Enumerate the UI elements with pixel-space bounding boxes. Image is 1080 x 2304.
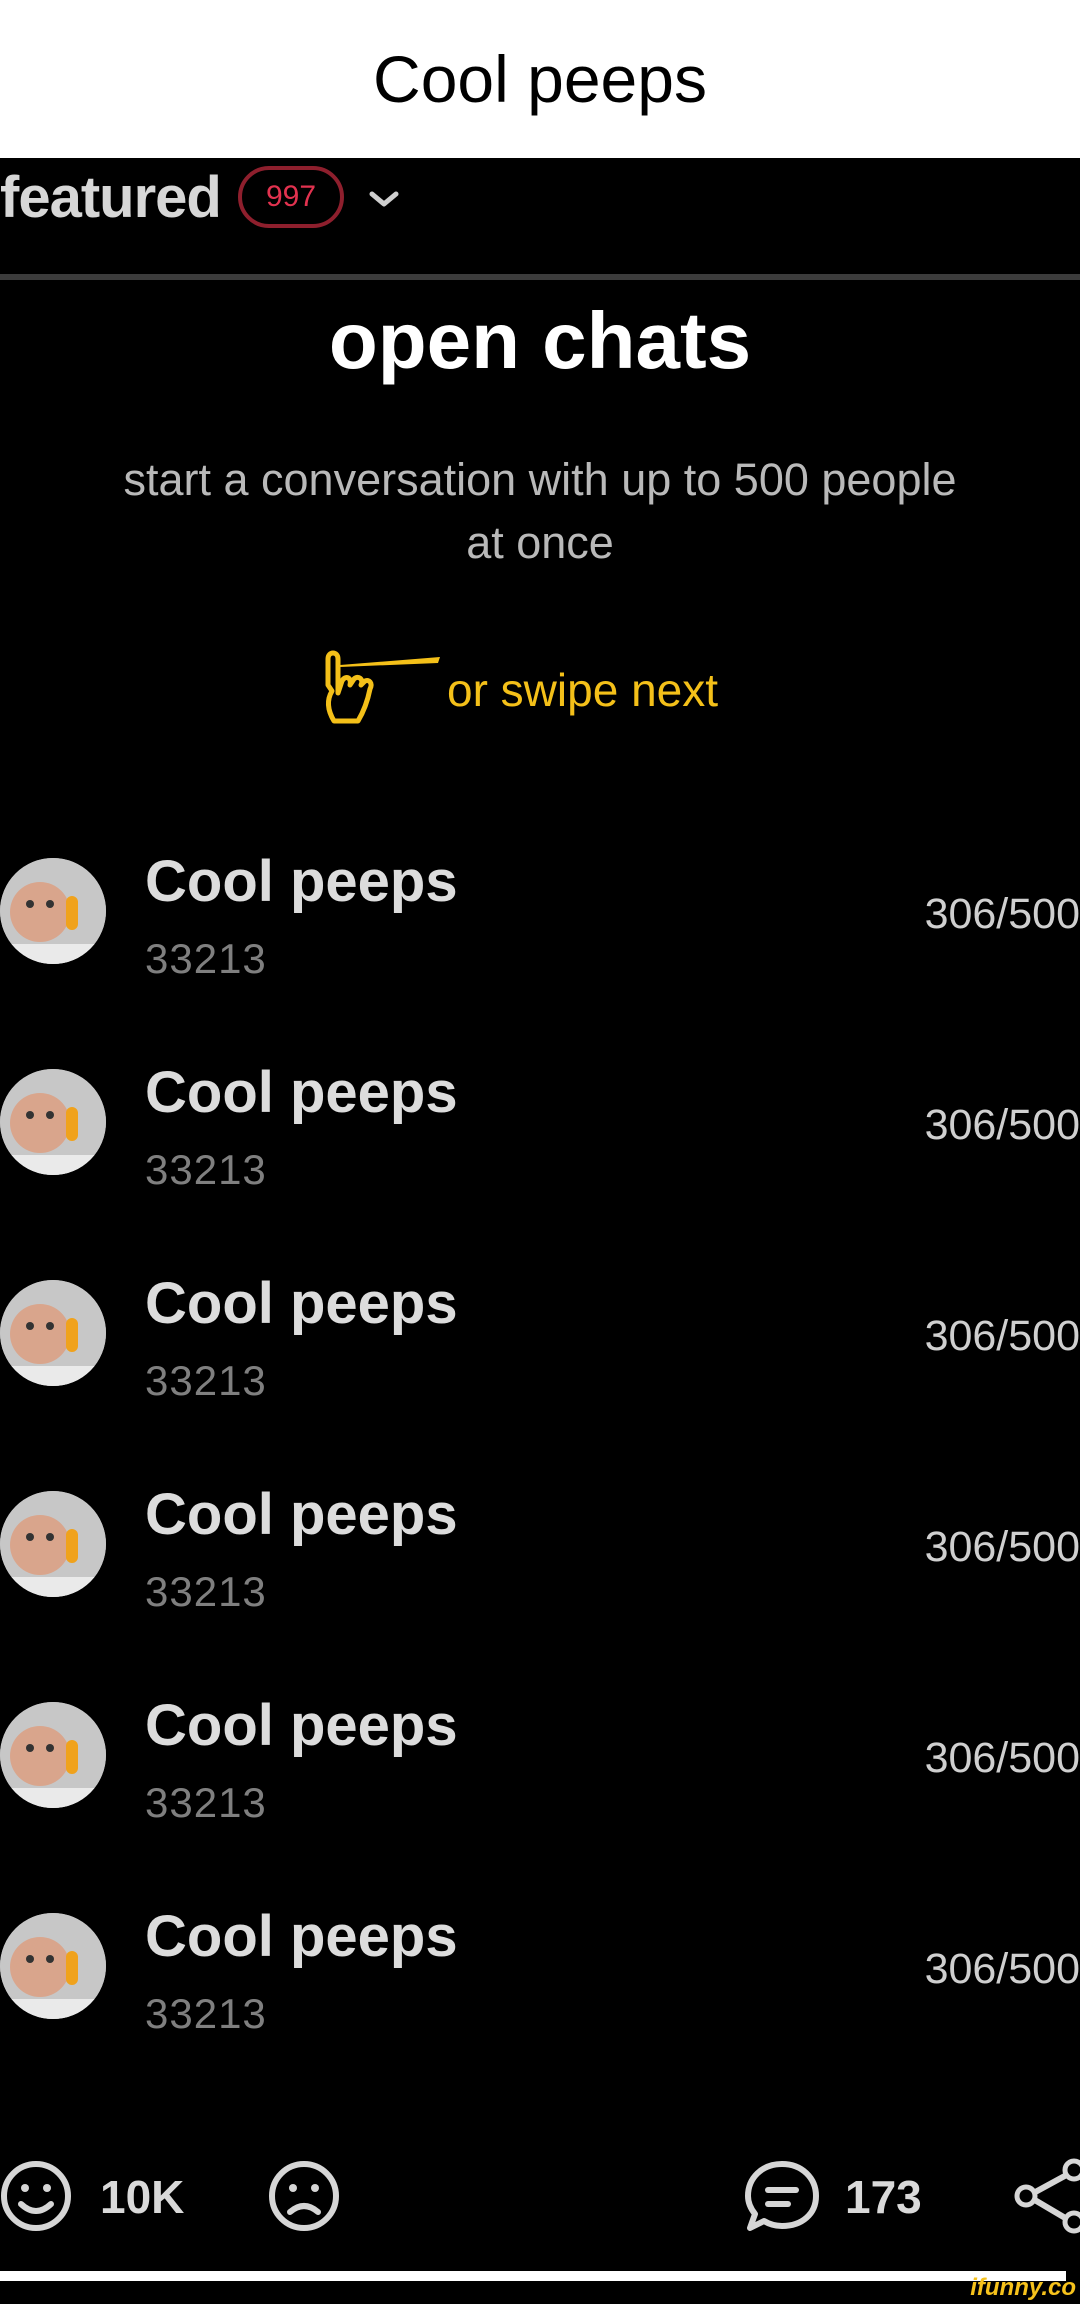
- chevron-down-icon[interactable]: [366, 184, 402, 214]
- chat-title: Cool peeps: [145, 1482, 458, 1547]
- chat-row[interactable]: Cool peeps 33213 306/500: [0, 1693, 1080, 1902]
- smile-count: 10K: [100, 2171, 185, 2223]
- progress-bar: [0, 2271, 1066, 2281]
- featured-label[interactable]: featured: [0, 164, 222, 231]
- swipe-hint-text: or swipe next: [447, 664, 719, 716]
- chat-row[interactable]: Cool peeps 33213 306/500: [0, 1482, 1080, 1691]
- member-count: 306/500: [924, 1101, 1080, 1149]
- chat-row[interactable]: Cool peeps 33213 306/500: [0, 849, 1080, 1058]
- pointing-hand-icon: [325, 650, 440, 724]
- divider: [0, 274, 1080, 280]
- member-count: 306/500: [924, 1312, 1080, 1360]
- avatar: [0, 1069, 106, 1175]
- avatar: [0, 1913, 106, 2019]
- avatar: [0, 1702, 106, 1808]
- swipe-hint[interactable]: or swipe next: [320, 645, 718, 735]
- avatar: [0, 858, 106, 964]
- chat-title: Cool peeps: [145, 849, 458, 914]
- chat-id: 33213: [145, 935, 267, 982]
- comment-count: 173: [845, 2171, 922, 2223]
- share-icon[interactable]: [1010, 2156, 1080, 2236]
- chat-title: Cool peeps: [145, 1060, 458, 1125]
- chat-id: 33213: [145, 1568, 267, 1615]
- smile-icon[interactable]: [0, 2156, 80, 2236]
- chat-title: Cool peeps: [145, 1693, 458, 1758]
- chat-row[interactable]: Cool peeps 33213 306/500: [0, 1271, 1080, 1480]
- member-count: 306/500: [924, 890, 1080, 938]
- chat-title: Cool peeps: [145, 1904, 458, 1969]
- chat-id: 33213: [145, 1146, 267, 1193]
- featured-header: featured 997: [0, 158, 1080, 278]
- chat-id: 33213: [145, 1357, 267, 1404]
- watermark: ifunny.co: [970, 2274, 1076, 2301]
- chat-row[interactable]: Cool peeps 33213 306/500: [0, 1060, 1080, 1269]
- member-count: 306/500: [924, 1945, 1080, 1993]
- frown-icon[interactable]: [268, 2156, 348, 2236]
- chat-id: 33213: [145, 1990, 267, 2037]
- member-count: 306/500: [924, 1523, 1080, 1571]
- caption-bar: Cool peeps: [0, 0, 1080, 158]
- page-title: open chats: [328, 296, 752, 385]
- page-subtitle: start a conversation with up to 500 peop…: [123, 454, 957, 568]
- chat-title: Cool peeps: [145, 1271, 458, 1336]
- caption-text: Cool peeps: [373, 42, 707, 116]
- avatar: [0, 1280, 106, 1386]
- comment-icon[interactable]: [742, 2156, 822, 2236]
- avatar: [0, 1491, 106, 1597]
- featured-count-badge: 997: [238, 166, 344, 228]
- chat-row[interactable]: Cool peeps 33213 306/500: [0, 1904, 1080, 2113]
- action-bar: 10K 173: [0, 2156, 1080, 2246]
- chat-id: 33213: [145, 1779, 267, 1826]
- member-count: 306/500: [924, 1734, 1080, 1782]
